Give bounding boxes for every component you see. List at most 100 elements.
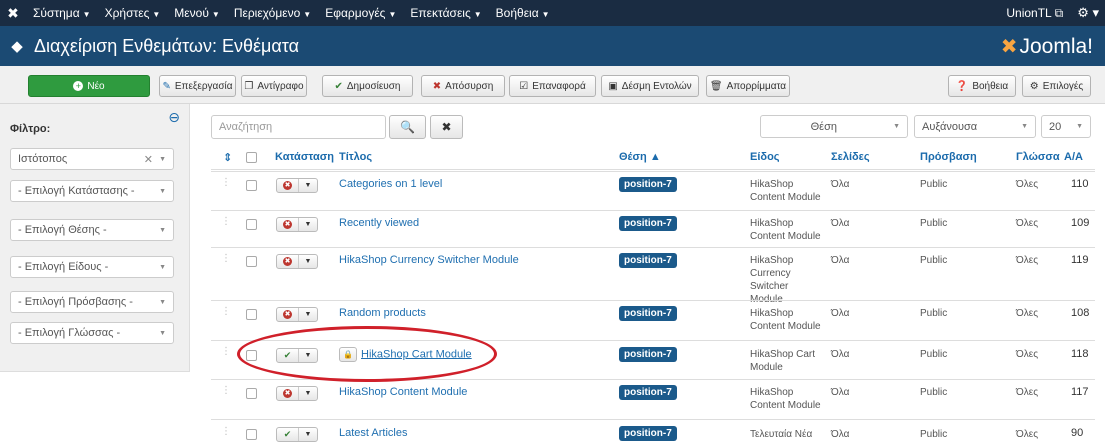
caret-down-icon: ▼ (82, 10, 91, 19)
row-title-link[interactable]: HikaShop Content Module (339, 386, 467, 398)
checkin-button[interactable]: ☑ Επαναφορά (509, 75, 596, 97)
table-row: ⋮ ✖ ▼ Recently viewed position-7 HikaShop… (211, 210, 1095, 247)
header-access[interactable]: Πρόσβαση (920, 151, 977, 163)
user-menu-gear-icon[interactable]: ⚙ ▾ (1077, 5, 1099, 21)
edit-icon: ✎ (162, 80, 171, 92)
position-badge: position-7 (619, 385, 677, 400)
collapse-sidebar-icon[interactable]: ⊖ (168, 109, 180, 126)
edit-button[interactable]: ✎ Επεξεργασία (159, 75, 236, 97)
new-button[interactable]: + Νέο (28, 75, 150, 97)
header-position[interactable]: Θέση ▲ (619, 151, 661, 163)
state-filter-select[interactable]: - Επιλογή Κατάστασης - ▼ (10, 180, 174, 202)
row-title-link[interactable]: Random products (339, 307, 426, 319)
publish-button[interactable]: ✔ Δημοσίευση (322, 75, 413, 97)
joomla-mark-icon: ✖ (1000, 36, 1018, 58)
top-navbar: ✖ Σύστημα ▼ Χρήστες ▼ Μενού ▼ Περιεχόμενο ▼ … (0, 0, 1105, 26)
unpublished-icon: ✖ (283, 389, 292, 398)
caret-down-icon: ▼ (152, 10, 161, 19)
access-filter-select[interactable]: - Επιλογή Πρόσβασης - ▼ (10, 291, 174, 313)
publish-label: Δημοσίευση (346, 80, 401, 92)
pages-cell: Όλα (831, 308, 850, 319)
menu-menus[interactable]: Μενού ▼ (167, 6, 227, 20)
header-title[interactable]: Τίτλος (339, 151, 372, 163)
batch-label: Δέσμη Εντολών (621, 80, 692, 92)
published-check-icon: ✔ (283, 429, 292, 439)
drag-handle-icon[interactable]: ⋮ (221, 346, 231, 357)
chevron-down-icon: ▼ (159, 298, 166, 306)
status-toggle[interactable]: ✖ ▼ (276, 307, 318, 322)
options-label: Επιλογές (1042, 80, 1084, 92)
row-title-link[interactable]: Recently viewed (339, 217, 419, 229)
help-button[interactable]: ❓ Βοήθεια (948, 75, 1016, 97)
language-filter-select[interactable]: - Επιλογή Γλώσσας - ▼ (10, 322, 174, 344)
row-title-link[interactable]: Categories on 1 level (339, 178, 442, 190)
language-cell: Όλες (1016, 255, 1039, 266)
row-checkbox[interactable] (246, 256, 257, 270)
row-checkbox[interactable] (246, 429, 257, 443)
chevron-down-icon: ▼ (893, 123, 900, 130)
menu-help[interactable]: Βοήθεια ▼ (489, 6, 557, 20)
row-checkbox[interactable] (246, 219, 257, 233)
menu-users[interactable]: Χρήστες ▼ (98, 6, 168, 20)
joomla-brand-logo: ✖ Joomla! (1001, 34, 1093, 59)
drag-handle-icon[interactable]: ⋮ (221, 385, 231, 396)
caret-down-icon: ▼ (304, 311, 312, 318)
menu-extensions[interactable]: Επεκτάσεις ▼ (403, 6, 488, 20)
drag-handle-icon[interactable]: ⋮ (221, 253, 231, 264)
menu-content[interactable]: Περιεχόμενο ▼ (227, 6, 318, 20)
menu-system[interactable]: Σύστημα ▼ (26, 6, 98, 20)
position-badge: position-7 (619, 306, 677, 321)
sort-ordering-icon[interactable]: ⇕ (223, 151, 232, 164)
position-sort-select[interactable]: Θέση ▼ (760, 115, 908, 138)
options-button[interactable]: ⚙ Επιλογές (1022, 75, 1091, 97)
status-toggle[interactable]: ✖ ▼ (276, 254, 318, 269)
order-select[interactable]: Αυξάνουσα ▼ (914, 115, 1036, 138)
joomla-logo-icon[interactable]: ✖ (0, 5, 26, 22)
header-status[interactable]: Κατάσταση (275, 151, 334, 163)
position-label: position-7 (619, 216, 677, 231)
clear-search-button[interactable]: ✖ (430, 115, 463, 139)
search-button[interactable]: 🔍 (389, 115, 426, 139)
brand-text: Joomla! (1019, 34, 1093, 58)
copy-button[interactable]: ❐ Αντίγραφο (241, 75, 307, 97)
chevron-down-icon: ▼ (159, 263, 166, 271)
status-toggle[interactable]: ✖ ▼ (276, 386, 318, 401)
drag-handle-icon[interactable]: ⋮ (221, 177, 231, 188)
position-badge: position-7 (619, 426, 677, 441)
row-checkbox[interactable] (246, 180, 257, 194)
search-input[interactable]: Αναζήτηση (211, 115, 386, 139)
status-toggle[interactable]: ✔ ▼ (276, 427, 318, 442)
trash-button[interactable]: 🗑 Απορρίμματα (706, 75, 790, 97)
header-language[interactable]: Γλώσσα (1016, 151, 1060, 163)
status-toggle[interactable]: ✖ ▼ (276, 178, 318, 193)
header-pages[interactable]: Σελίδες (831, 151, 870, 163)
batch-button[interactable]: ▣ Δέσμη Εντολών (601, 75, 699, 97)
chevron-down-icon: ▼ (159, 187, 166, 195)
type-filter-select[interactable]: - Επιλογή Είδους - ▼ (10, 256, 174, 278)
position-filter-select[interactable]: - Επιλογή Θέσης - ▼ (10, 219, 174, 241)
drag-handle-icon[interactable]: ⋮ (221, 426, 231, 437)
site-link[interactable]: UnionTL ⧉ (1006, 6, 1063, 21)
clear-icon[interactable]: ✕ (144, 153, 153, 166)
unpublish-button[interactable]: ✖ Απόσυρση (421, 75, 505, 97)
language-cell: Όλες (1016, 349, 1039, 360)
unpublished-icon: ✖ (283, 257, 292, 266)
header-type[interactable]: Είδος (750, 151, 780, 163)
access-cell: Public (920, 218, 948, 229)
drag-handle-icon[interactable]: ⋮ (221, 216, 231, 227)
status-toggle[interactable]: ✖ ▼ (276, 217, 318, 232)
caret-down-icon: ▼ (304, 258, 312, 265)
limit-select[interactable]: 20 ▼ (1041, 115, 1091, 138)
row-title-link[interactable]: Latest Articles (339, 427, 407, 439)
row-checkbox[interactable] (246, 388, 257, 402)
row-title-link[interactable]: HikaShop Currency Switcher Module (339, 254, 519, 266)
row-checkbox[interactable] (246, 309, 257, 323)
select-all-checkbox[interactable] (246, 152, 257, 166)
filter-label: Φίλτρο: (10, 123, 51, 135)
header-id[interactable]: Α/Α (1064, 151, 1083, 163)
site-name: UnionTL (1006, 5, 1052, 20)
menu-components[interactable]: Εφαρμογές ▼ (318, 6, 403, 20)
id-cell: 118 (1071, 348, 1089, 360)
drag-handle-icon[interactable]: ⋮ (221, 306, 231, 317)
site-filter-select[interactable]: Ιστότοπος ✕ ▼ (10, 148, 174, 170)
